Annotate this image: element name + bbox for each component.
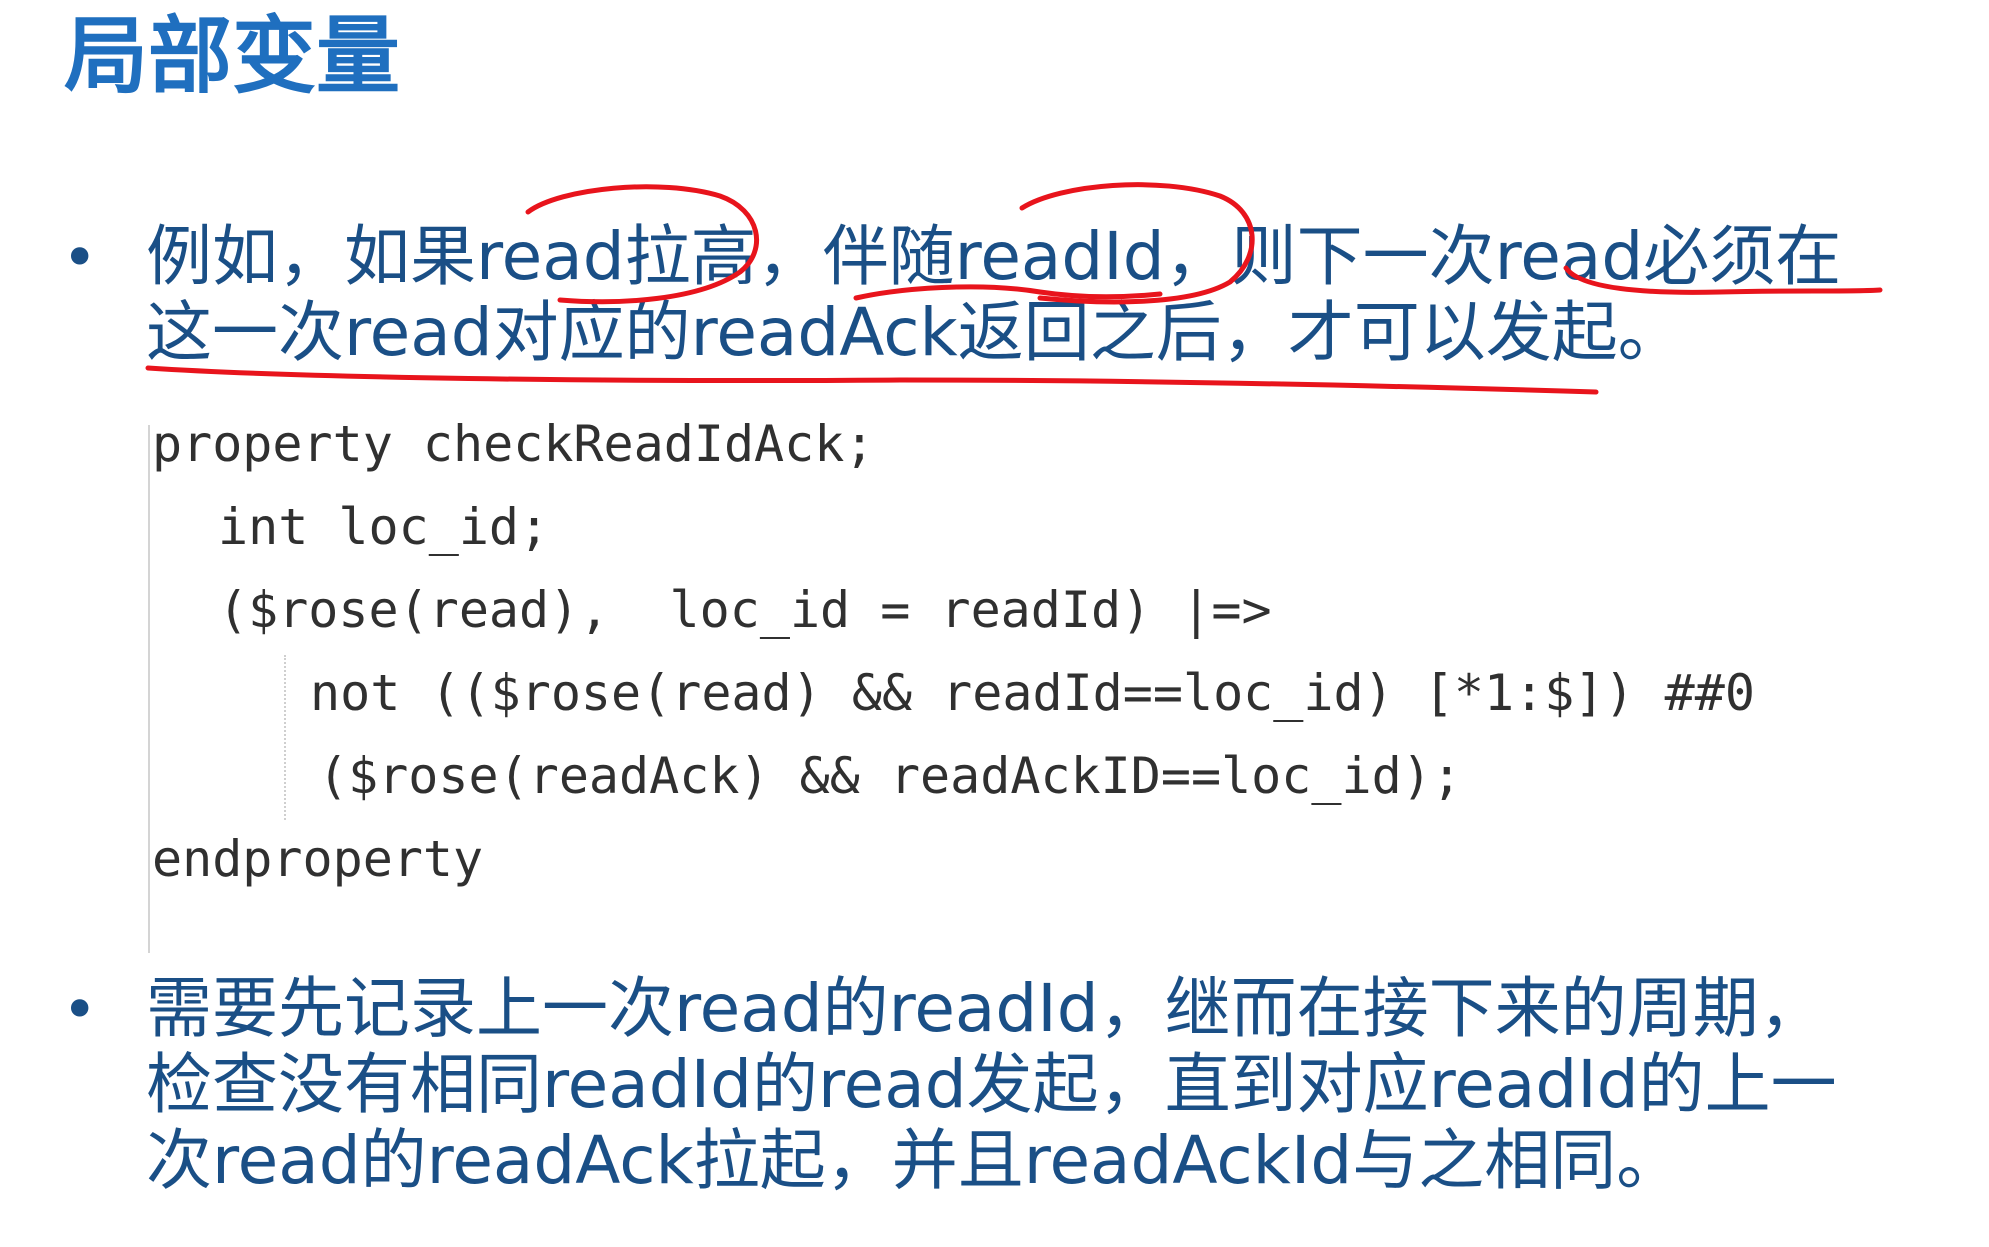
code-line-1: property checkReadIdAck; — [152, 415, 875, 473]
slide-title: 局部变量 — [64, 7, 401, 105]
code-line-4: not (($rose(read) && readId==loc_id) [*1… — [310, 664, 1755, 722]
code-line-6: endproperty — [152, 830, 484, 888]
bullet-dot-1: • — [62, 223, 98, 293]
bullet-1-line-1: 例如，如果read拉高，伴随readId，则下一次read必须在 — [146, 218, 1842, 295]
code-line-5: ($rose(readAck) && readAckID==loc_id); — [318, 747, 1462, 805]
bullet-2-line-1: 需要先记录上一次read的readId，继而在接下来的周期， — [146, 970, 1825, 1047]
bullet-1-line-2: 这一次read对应的readAck返回之后，才可以发起。 — [146, 294, 1684, 371]
code-indent-guide — [284, 655, 286, 820]
bullet-2-line-2: 检查没有相同readId的read发起，直到对应readId的上一 — [146, 1046, 1837, 1123]
code-block-border — [148, 425, 150, 953]
code-line-2: int loc_id; — [218, 498, 550, 556]
code-line-3: ($rose(read), loc_id = readId) |=> — [218, 581, 1272, 639]
bullet-2-line-3: 次read的readAck拉起，并且readAckId与之相同。 — [146, 1122, 1683, 1199]
slide: 局部变量 • 例如，如果read拉高，伴随readId，则下一次read必须在 … — [0, 0, 1989, 1247]
bullet-dot-2: • — [62, 975, 98, 1045]
